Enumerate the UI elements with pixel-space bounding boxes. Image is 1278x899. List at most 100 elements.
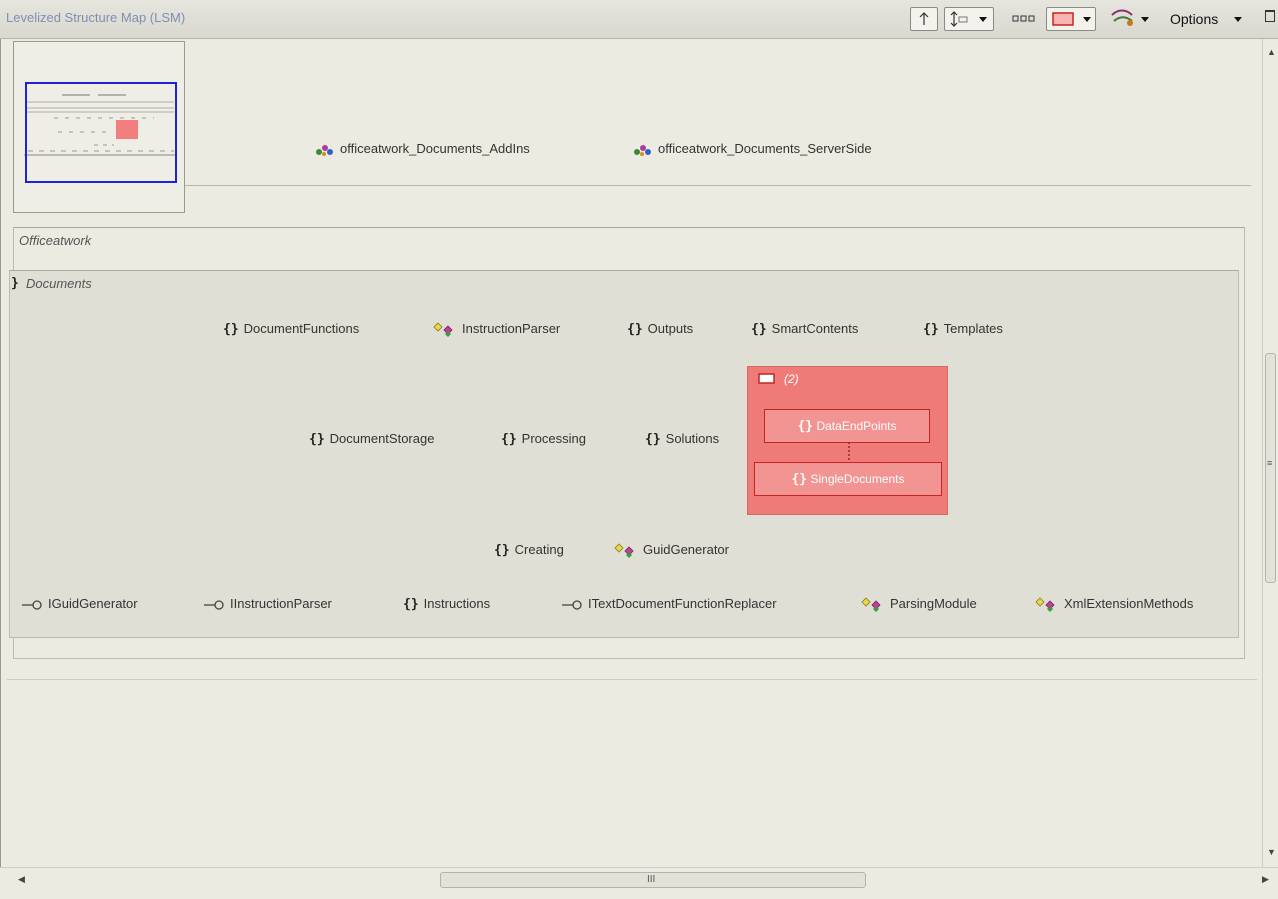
cycle-dependency-arrow — [848, 442, 850, 460]
class-icon — [1035, 596, 1055, 612]
class-icon — [433, 321, 453, 337]
namespace-node[interactable]: {} Creating — [494, 542, 564, 559]
vertical-scroll-thumb[interactable]: ≡ — [1265, 353, 1276, 583]
up-arrow-icon — [919, 12, 929, 25]
namespace-icon: {} — [501, 431, 517, 447]
node-label: Creating — [514, 542, 564, 557]
show-boxes-button[interactable] — [1010, 7, 1038, 31]
node-label: SingleDocuments — [810, 472, 905, 486]
class-node[interactable]: ParsingModule — [861, 596, 977, 613]
chevron-down-icon — [1083, 17, 1091, 22]
dependency-filter-icon — [1111, 9, 1133, 26]
node-label: Outputs — [647, 321, 694, 336]
minimap-cycle-highlight — [116, 120, 138, 139]
scroll-up-arrow-icon[interactable]: ▲ — [1267, 47, 1276, 57]
namespace-node[interactable]: {} Templates — [923, 321, 1003, 338]
node-label: SmartContents — [771, 321, 859, 336]
cycle-member-node[interactable]: {} DataEndPoints — [764, 409, 930, 443]
level-divider — [185, 185, 1251, 186]
assembly-icon — [634, 144, 651, 156]
group-label-officeatwork: Officeatwork — [19, 233, 92, 248]
namespace-node[interactable]: {} SmartContents — [751, 321, 858, 338]
dependency-cycle-box[interactable]: (2) {} DataEndPoints {} SingleDocuments — [747, 366, 948, 515]
vertical-scrollbar[interactable]: ▲ ≡ ▼ — [1262, 39, 1278, 867]
namespace-node[interactable]: {} DocumentFunctions — [223, 321, 359, 338]
scroll-down-arrow-icon[interactable]: ▼ — [1267, 847, 1276, 857]
interface-node[interactable]: ITextDocumentFunctionReplacer — [561, 596, 777, 612]
assembly-icon — [316, 144, 333, 156]
options-menu[interactable]: Options — [1164, 7, 1250, 31]
namespace-icon: {} — [309, 431, 325, 447]
cycle-highlight-dropdown[interactable] — [1046, 7, 1096, 31]
assembly-label: officeatwork_Documents_ServerSide — [658, 141, 872, 156]
grip-icon: III — [647, 874, 656, 885]
namespace-node[interactable]: {} DocumentStorage — [309, 431, 434, 448]
scroll-right-arrow-icon[interactable]: ▶ — [1262, 874, 1269, 885]
node-label: Processing — [521, 431, 586, 446]
minimap-viewport[interactable] — [25, 82, 177, 183]
assembly-item[interactable]: officeatwork_Documents_ServerSide — [633, 141, 872, 157]
namespace-icon: {} — [223, 321, 239, 337]
namespace-icon: {} — [751, 321, 767, 337]
minimap[interactable] — [13, 41, 185, 213]
namespace-icon: {} — [645, 431, 661, 447]
horizontal-scrollbar[interactable]: ◀ III ▶ — [0, 867, 1278, 899]
red-rectangle-icon — [1052, 12, 1074, 26]
namespace-node[interactable]: {} Processing — [501, 431, 586, 448]
namespace-icon: {} — [797, 419, 814, 434]
class-node[interactable]: XmlExtensionMethods — [1035, 596, 1193, 613]
view-title: Levelized Structure Map (LSM) — [6, 10, 186, 25]
cycle-count: (2) — [784, 372, 799, 386]
namespace-icon: {} — [791, 472, 808, 487]
chevron-down-icon — [979, 17, 987, 22]
node-label: Solutions — [665, 431, 720, 446]
node-label: DataEndPoints — [816, 419, 897, 433]
node-label: IInstructionParser — [230, 596, 332, 611]
interface-node[interactable]: IGuidGenerator — [21, 596, 138, 612]
interface-node[interactable]: IInstructionParser — [203, 596, 332, 612]
documents-group[interactable] — [9, 270, 1239, 638]
namespace-icon: {} — [923, 321, 939, 337]
group-divider — [7, 679, 1257, 680]
node-label: ParsingModule — [890, 596, 977, 611]
class-icon — [861, 596, 881, 612]
dependency-filter-dropdown[interactable] — [1108, 7, 1154, 31]
group-label-documents: Documents — [26, 276, 92, 291]
three-boxes-icon — [1012, 15, 1035, 22]
node-label: DocumentFunctions — [243, 321, 360, 336]
namespace-icon: } — [11, 276, 19, 291]
node-label: GuidGenerator — [643, 542, 729, 557]
scroll-left-arrow-icon[interactable]: ◀ — [18, 874, 25, 885]
maximize-button[interactable] — [1265, 10, 1275, 22]
namespace-icon: {} — [494, 542, 510, 558]
chevron-down-icon — [1141, 17, 1149, 22]
namespace-node[interactable]: {} Solutions — [645, 431, 719, 448]
chevron-down-icon — [1234, 17, 1242, 22]
layout-direction-icon — [950, 11, 968, 27]
assembly-label: officeatwork_Documents_AddIns — [340, 141, 530, 156]
node-label: Templates — [943, 321, 1003, 336]
node-label: IGuidGenerator — [48, 596, 138, 611]
lsm-canvas[interactable]: officeatwork_Documents_AddIns officeatwo… — [0, 39, 1263, 867]
horizontal-scroll-thumb[interactable]: III — [440, 872, 866, 888]
namespace-icon: {} — [403, 596, 419, 612]
interface-icon — [562, 599, 582, 610]
grip-icon: ≡ — [1267, 458, 1273, 468]
layout-direction-dropdown[interactable] — [944, 7, 994, 31]
cycle-rectangle-icon — [758, 373, 775, 384]
assembly-item[interactable]: officeatwork_Documents_AddIns — [315, 141, 530, 157]
namespace-icon: {} — [627, 321, 643, 337]
namespace-node[interactable]: {} Outputs — [627, 321, 693, 338]
class-icon — [614, 542, 634, 558]
node-label: Instructions — [423, 596, 491, 611]
cycle-member-node[interactable]: {} SingleDocuments — [754, 462, 942, 496]
namespace-node[interactable]: {} Instructions — [403, 596, 490, 613]
interface-icon — [22, 599, 42, 610]
navigate-up-button[interactable] — [910, 7, 938, 31]
options-label: Options — [1170, 11, 1219, 27]
node-label: InstructionParser — [462, 321, 561, 336]
class-node[interactable]: InstructionParser — [433, 321, 560, 338]
node-label: DocumentStorage — [329, 431, 435, 446]
class-node[interactable]: GuidGenerator — [614, 542, 729, 559]
node-label: XmlExtensionMethods — [1064, 596, 1194, 611]
